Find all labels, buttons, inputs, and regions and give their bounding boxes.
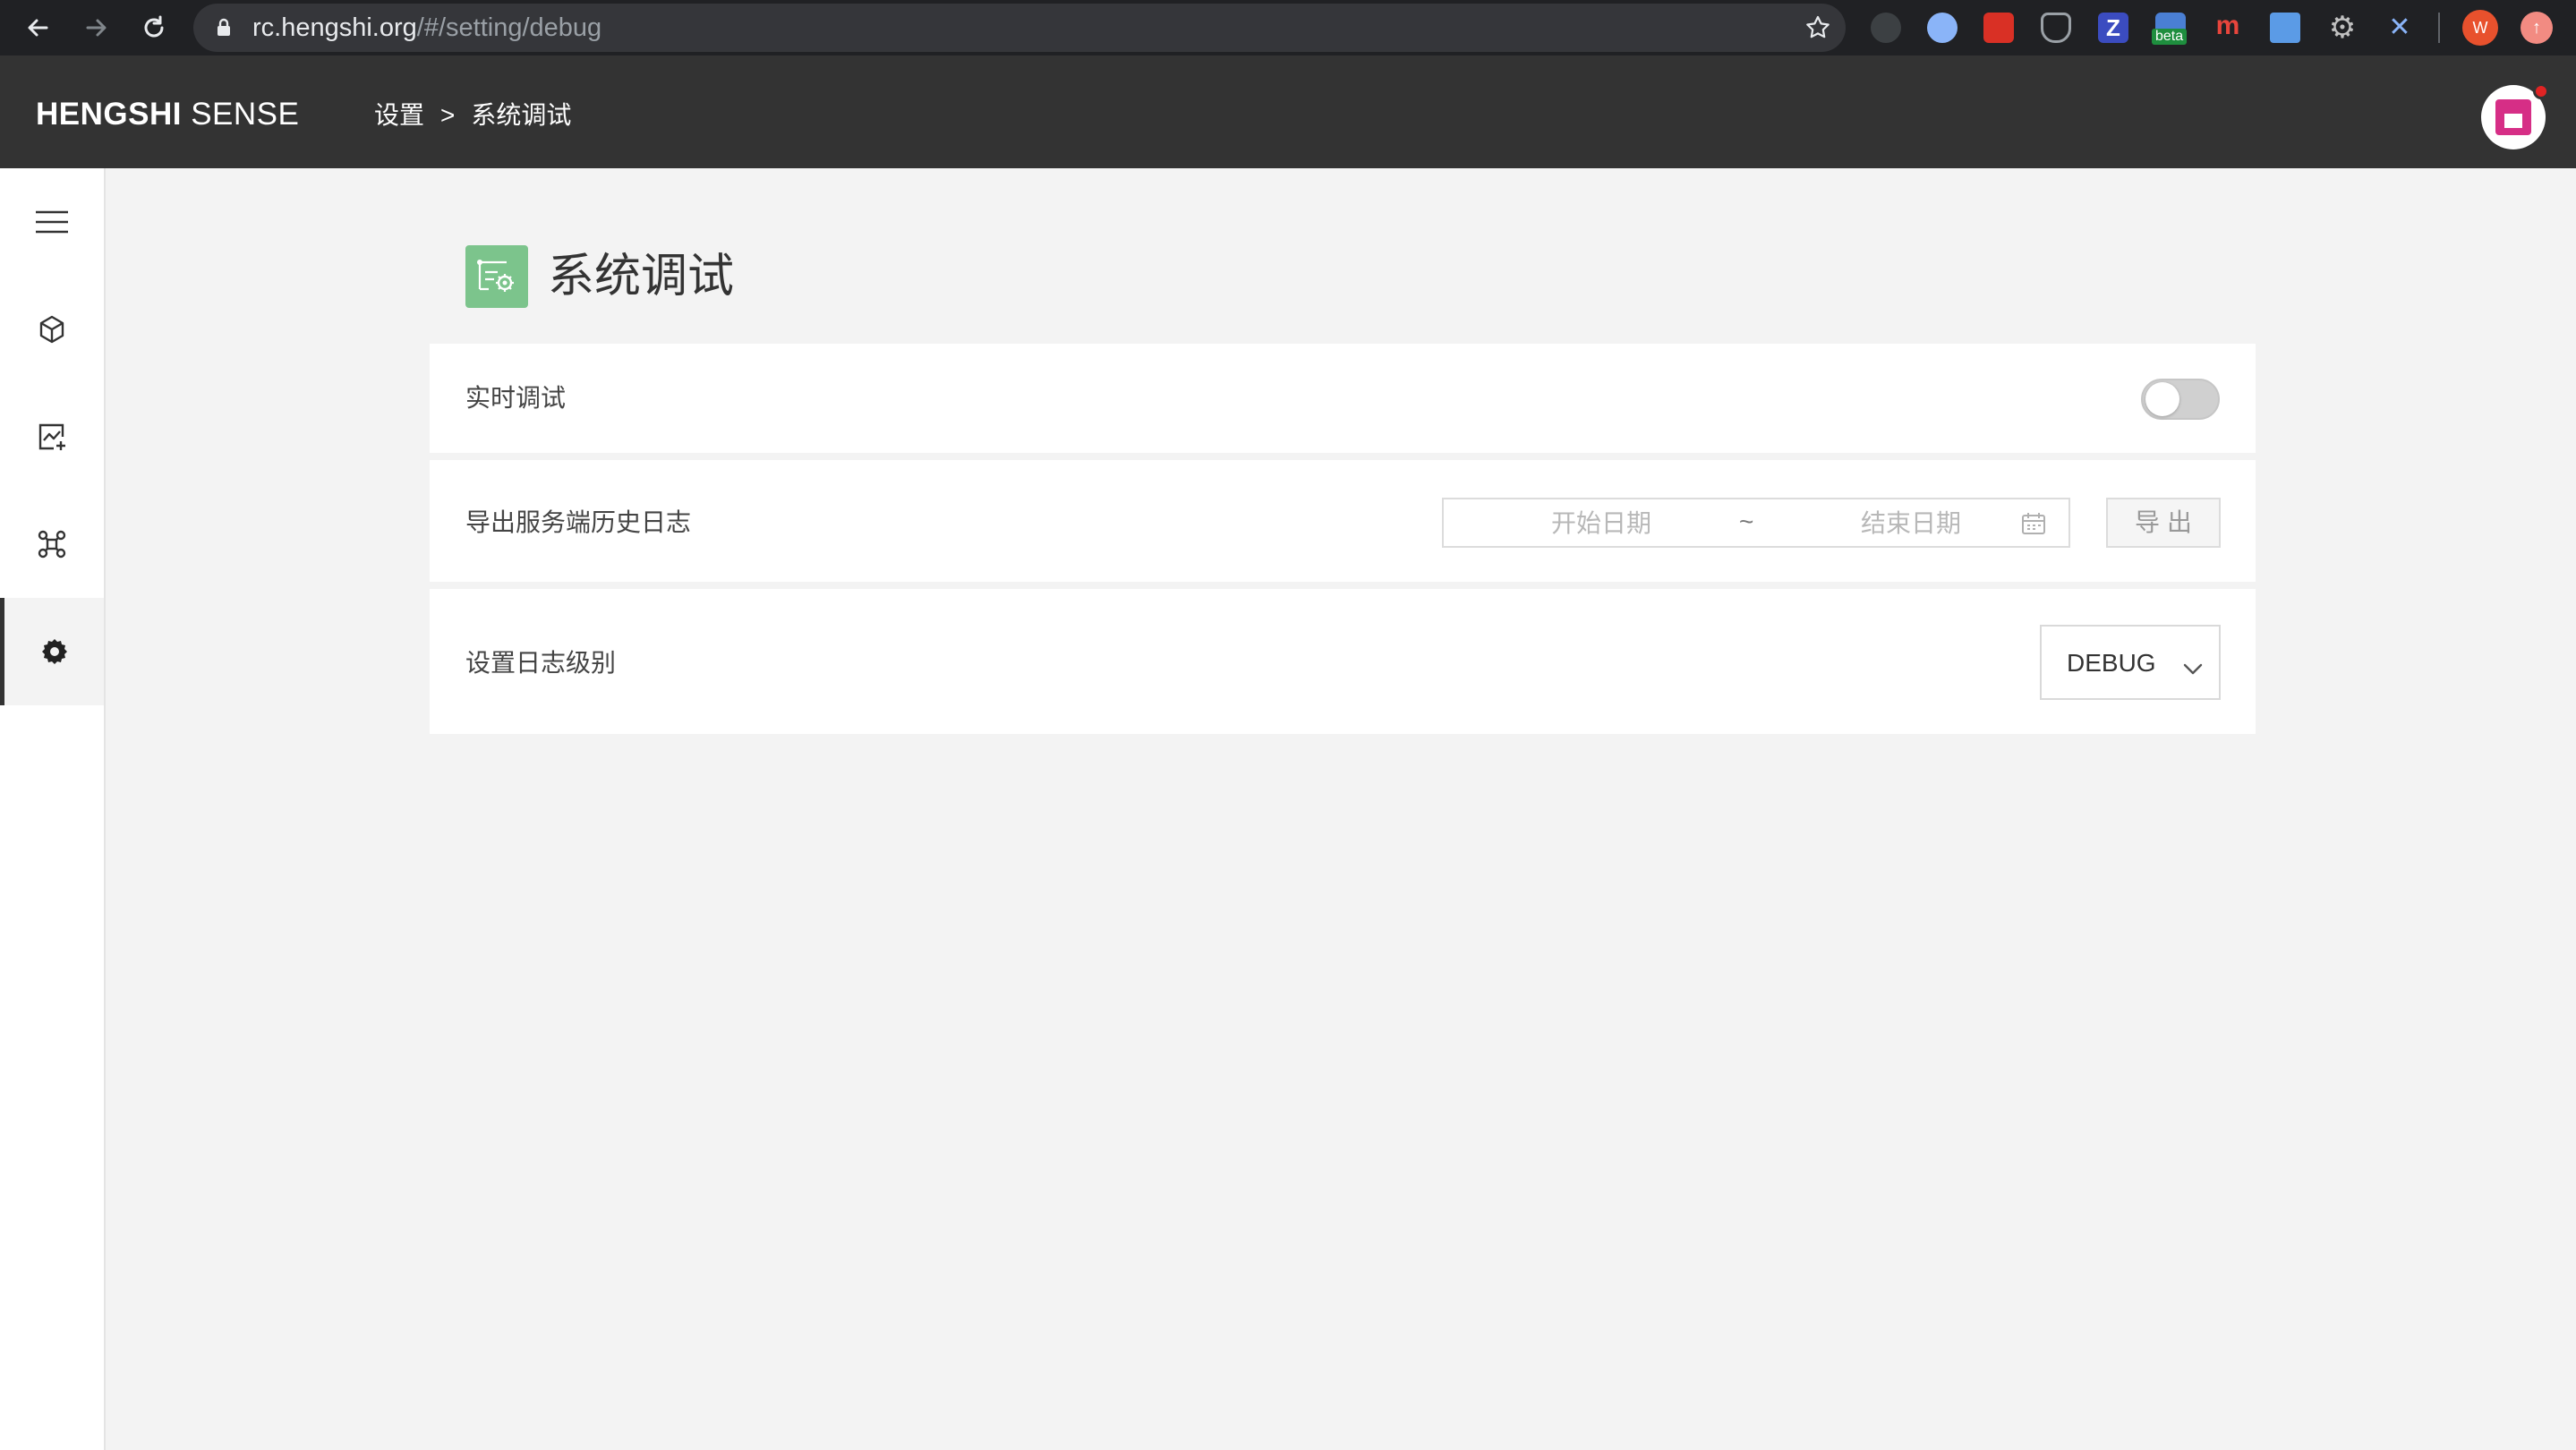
chart-add-icon [38,423,65,450]
cube-icon [39,315,64,344]
log-level-value: DEBUG [2067,649,2156,677]
url-text: rc.hengshi.org/#/setting/debug [252,13,602,42]
log-level-label: 设置日志级别 [465,649,617,677]
date-range-picker[interactable]: 开始日期 ~ 结束日期 [1442,498,2070,548]
logo-bold-text: HENGSHI [36,97,182,132]
export-logs-row: 导出服务端历史日志 开始日期 ~ 结束日期 导出 [430,460,2256,582]
beta-badge: beta [2152,29,2188,45]
extension-shield-icon[interactable] [2041,13,2071,43]
toolbar-divider [2438,13,2440,43]
export-logs-label: 导出服务端历史日志 [465,508,692,536]
extension-globe-icon[interactable] [1871,13,1901,43]
extension-tools-icon[interactable]: ✕ [2384,13,2415,43]
end-date-input[interactable]: 结束日期 [1861,510,1961,537]
app-header: HENGSHI SENSE 设置 > 系统调试 [0,55,2576,168]
breadcrumb: 设置 > 系统调试 [374,102,571,129]
extension-book-icon[interactable] [1983,13,2014,43]
breadcrumb-current: 系统调试 [471,101,572,129]
realtime-debug-label: 实时调试 [465,384,567,412]
sidebar-item-datasets[interactable] [0,276,104,383]
extension-beta-icon[interactable]: beta [2152,13,2188,45]
realtime-debug-toggle[interactable] [2141,379,2220,420]
browser-toolbar: rc.hengshi.org/#/setting/debug Z beta m … [0,0,2576,55]
address-bar[interactable]: rc.hengshi.org/#/setting/debug [193,4,1846,52]
debug-settings-icon [465,245,528,308]
date-range-separator: ~ [1739,508,1754,535]
back-icon[interactable] [20,10,55,46]
extension-circle-icon[interactable] [1927,13,1958,43]
export-button[interactable]: 导出 [2106,498,2221,548]
menu-icon [36,210,68,234]
extension-download-icon[interactable] [2270,13,2300,43]
forward-icon[interactable] [79,10,115,46]
start-date-input[interactable]: 开始日期 [1551,510,1651,537]
app-logo[interactable]: HENGSHI SENSE [36,98,299,131]
breadcrumb-settings-link[interactable]: 设置 [374,101,424,129]
log-level-row: 设置日志级别 DEBUG [430,589,2256,734]
extension-z-icon[interactable]: Z [2098,13,2128,43]
sidebar [0,168,106,1450]
chevron-down-icon [2183,663,2203,675]
user-avatar[interactable] [2481,83,2549,149]
network-icon [38,530,66,559]
breadcrumb-separator: > [440,101,456,129]
page-title: 系统调试 [548,251,735,303]
extension-gear-icon[interactable]: ⚙ [2327,13,2358,43]
sidebar-item-settings[interactable] [0,598,104,705]
sidebar-item-dashboards[interactable] [0,383,104,490]
gear-icon [41,639,67,664]
bookmark-star-icon[interactable] [1804,14,1831,41]
log-level-select[interactable]: DEBUG [2040,625,2221,700]
sidebar-item-connections[interactable] [0,490,104,598]
logo-light-text: SENSE [191,97,300,132]
realtime-debug-row: 实时调试 [430,344,2256,453]
profile-avatar[interactable]: W [2462,10,2498,46]
update-icon[interactable]: ↑ [2521,12,2553,44]
extension-m-icon[interactable]: m [2213,13,2243,43]
notification-dot [2533,83,2549,99]
lock-icon [218,18,230,36]
reload-icon[interactable] [136,10,172,46]
toggle-knob [2145,382,2179,416]
avatar-image [2495,99,2531,135]
sidebar-menu-toggle[interactable] [0,168,104,276]
calendar-icon[interactable] [2020,510,2047,537]
